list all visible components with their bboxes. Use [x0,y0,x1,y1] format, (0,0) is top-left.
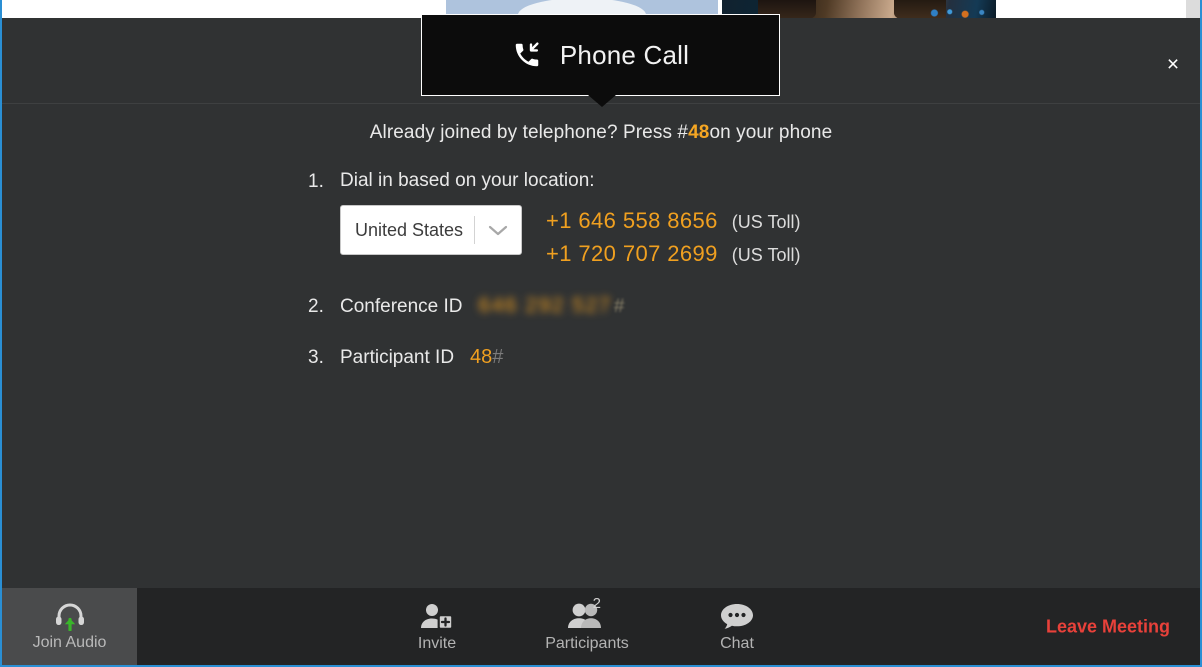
dial-in-number-row: +1 646 558 8656 (US Toll) [546,208,800,234]
phone-call-tab[interactable]: Phone Call [421,14,780,96]
toolbar-center-group: Invite 2 Participants Chat [397,588,777,665]
dial-in-steps: 1. Dial in based on your location: Unite… [2,170,1200,369]
person-add-icon [420,601,454,631]
participants-button[interactable]: 2 Participants [545,595,629,653]
invite-label: Invite [417,634,457,652]
chat-button[interactable]: Chat [697,601,777,653]
join-audio-button[interactable]: Join Audio [2,588,137,665]
window-focus-border-left [0,0,2,667]
dial-in-number[interactable]: +1 646 558 8656 [546,208,718,234]
participant-id-hash: # [492,346,504,368]
step-dial-in: 1. Dial in based on your location: [308,170,1200,193]
dial-in-number-note: (US Toll) [731,212,801,232]
dial-in-number[interactable]: +1 720 707 2699 [546,241,718,267]
close-icon[interactable]: × [1160,52,1186,78]
conference-id-hash: # [613,296,625,317]
step-conference-id: 2. Conference ID 646 292 527 # [308,294,1200,318]
headset-join-icon [50,601,90,632]
zoom-meeting-window: Phone Call × Already joined by telephone… [0,0,1202,667]
chevron-down-icon [475,223,521,237]
participant-id-value: 48 [470,346,493,368]
chat-label: Chat [720,634,754,652]
country-select-value: United States [355,219,464,240]
banner-suffix: on your phone [709,122,833,143]
step-dial-label: Dial in based on your location: [340,170,595,191]
people-icon: 2 [567,595,607,631]
phone-incoming-icon [515,42,539,67]
dialog-body: Already joined by telephone? Press #48on… [2,104,1200,369]
participants-label: Participants [545,634,629,652]
step-participant-id: 3. Participant ID 48 # [308,346,1200,369]
step-conference-number: 2. [308,296,324,317]
dial-in-number-note: (US Toll) [731,245,801,265]
phone-call-tab-pointer [588,95,616,107]
phone-call-tab-title: Phone Call [559,39,690,70]
conference-id-value: 646 292 527 [478,294,612,317]
dial-in-numbers: +1 646 558 8656 (US Toll) +1 720 707 269… [546,205,800,274]
step-participant-number: 3. [308,347,324,368]
leave-meeting-button[interactable]: Leave Meeting [1046,616,1170,637]
step-participant-label: Participant ID [340,347,455,368]
step-dial-number: 1. [308,171,324,192]
dial-in-row: United States +1 646 558 8656 (US Toll) [308,205,1200,274]
invite-button[interactable]: Invite [397,601,477,653]
already-joined-banner: Already joined by telephone? Press #48on… [2,122,1200,144]
chat-bubble-icon [719,601,755,631]
meeting-toolbar: Join Audio Invite 2 Participants Chat Le… [2,588,1200,665]
country-select[interactable]: United States [340,205,522,255]
banner-prefix: Already joined by telephone? Press # [369,122,689,143]
join-audio-label: Join Audio [32,634,107,651]
participants-count-badge: 2 [592,594,601,612]
banner-code: 48 [688,122,710,143]
dial-in-number-row: +1 720 707 2699 (US Toll) [546,241,800,267]
step-conference-label: Conference ID [340,296,463,317]
